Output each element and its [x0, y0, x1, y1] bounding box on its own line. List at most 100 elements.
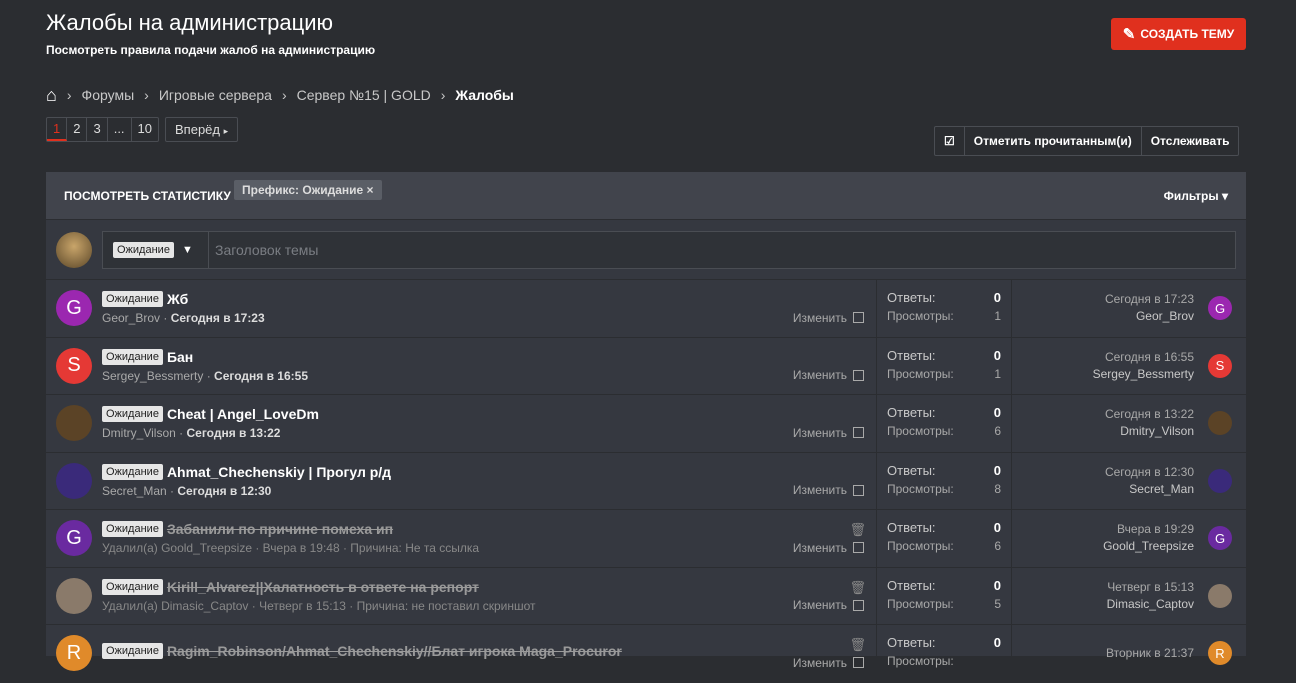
watch-button[interactable]: Отслеживать — [1142, 127, 1239, 155]
thread-author[interactable]: Geor_Brov — [102, 311, 160, 325]
last-post-date[interactable]: Вторник в 21:37 — [1106, 645, 1194, 662]
view-count: 6 — [994, 539, 1001, 553]
edit-button[interactable]: Изменить — [793, 598, 864, 612]
prefix-filter-chip[interactable]: Префикс: Ожидание × — [234, 180, 382, 200]
page-10[interactable]: 10 — [132, 118, 158, 141]
edit-button[interactable]: Изменить — [793, 541, 864, 555]
last-post-date[interactable]: Сегодня в 12:30 — [1105, 464, 1194, 481]
last-post-user[interactable]: Goold_Treepsize — [1103, 538, 1194, 555]
close-icon[interactable]: × — [367, 183, 374, 197]
mark-read-button[interactable]: Отметить прочитанным(и) — [965, 127, 1142, 155]
thread-row[interactable]: R Ожидание Ragim_Robinson/Ahmat_Chechensk… — [46, 625, 1246, 683]
avatar[interactable]: R — [1208, 641, 1232, 666]
prefix-select[interactable]: Ожидание ▼ — [103, 231, 209, 268]
thread-row[interactable]: Ожидание Cheat | Angel_LoveDm Dmitry_Vils… — [46, 395, 1246, 453]
avatar[interactable] — [56, 577, 92, 614]
last-post-date[interactable]: Сегодня в 13:22 — [1105, 406, 1194, 423]
thread-date[interactable]: Сегодня в 17:23 — [171, 311, 265, 325]
select-all-button[interactable]: ☑ — [935, 127, 965, 155]
last-post-date[interactable]: Сегодня в 17:23 — [1105, 291, 1194, 308]
avatar[interactable] — [56, 462, 92, 499]
thread-row[interactable]: G Ожидание Жб Geor_Brov · Сегодня в 17:23… — [46, 280, 1246, 338]
select-checkbox[interactable] — [853, 369, 864, 381]
last-post-user[interactable]: Secret_Man — [1105, 481, 1194, 498]
thread-date[interactable]: Сегодня в 12:30 — [177, 484, 271, 498]
avatar[interactable] — [1208, 411, 1232, 436]
select-checkbox[interactable] — [853, 312, 864, 323]
last-post-date[interactable]: Сегодня в 16:55 — [1093, 349, 1194, 366]
last-post-user[interactable]: Sergey_Bessmerty — [1093, 366, 1194, 383]
prefix-badge[interactable]: Ожидание — [102, 463, 163, 480]
avatar[interactable] — [1208, 468, 1232, 493]
select-checkbox[interactable] — [853, 542, 864, 553]
thread-title-field[interactable]: Ожидание ▼ Заголовок темы — [102, 230, 1236, 269]
breadcrumb-server[interactable]: Сервер №15 | GOLD — [297, 87, 431, 103]
avatar[interactable]: R — [56, 635, 92, 672]
page-ellipsis[interactable]: ... — [108, 118, 132, 141]
select-checkbox[interactable] — [853, 657, 864, 668]
reply-count: 0 — [993, 577, 1001, 593]
prefix-badge[interactable]: Ожидание — [102, 348, 163, 365]
avatar[interactable]: G — [1208, 296, 1232, 321]
stats-link[interactable]: ПОСМОТРЕТЬ СТАТИСТИКУ — [64, 189, 231, 203]
thread-row[interactable]: Ожидание Kirill_Alvarez||Халатность в отв… — [46, 567, 1246, 625]
filters-dropdown[interactable]: Фильтры ▾ — [1164, 189, 1228, 203]
breadcrumb-servers[interactable]: Игровые сервера — [159, 87, 272, 103]
page-2[interactable]: 2 — [67, 118, 88, 141]
last-post-user[interactable]: Geor_Brov — [1105, 308, 1194, 325]
caret-down-icon: ▼ — [181, 243, 193, 256]
create-thread-button[interactable]: ✎ СОЗДАТЬ ТЕМУ — [1111, 18, 1246, 50]
thread-row[interactable]: G Ожидание Забанили по причине помеха ип … — [46, 510, 1246, 568]
thread-meta: Удалил(а) Dimasic_Captov · Четверг в 15:… — [102, 598, 536, 613]
last-post: Вчера в 19:29 Goold_Treepsize G — [1012, 510, 1246, 567]
breadcrumb-forums[interactable]: Форумы — [82, 87, 135, 103]
avatar[interactable]: G — [56, 520, 92, 557]
rules-link[interactable]: Посмотреть правила подачи жалоб на админ… — [46, 43, 375, 57]
avatar[interactable]: S — [1208, 353, 1232, 378]
select-checkbox[interactable] — [853, 427, 864, 438]
next-page-button[interactable]: Вперёд ▸ — [165, 117, 239, 142]
thread-date[interactable]: Сегодня в 13:22 — [186, 426, 280, 440]
reply-count: 0 — [993, 635, 1001, 650]
edit-button[interactable]: Изменить — [793, 483, 864, 497]
avatar[interactable] — [1208, 583, 1232, 608]
thread-title[interactable]: Ragim_Robinson/Ahmat_Chechenskiy//Блат и… — [167, 643, 622, 659]
avatar[interactable] — [56, 405, 92, 442]
prefix-badge[interactable]: Ожидание — [102, 406, 163, 423]
trash-icon: 🗑 — [849, 579, 866, 595]
prefix-badge[interactable]: Ожидание — [102, 521, 163, 538]
thread-row[interactable]: S Ожидание Бан Sergey_Bessmerty · Сегодня… — [46, 337, 1246, 395]
edit-button[interactable]: Изменить — [793, 311, 864, 325]
avatar[interactable]: S — [56, 347, 92, 384]
select-checkbox[interactable] — [853, 599, 864, 611]
thread-author[interactable]: Dmitry_Vilson — [102, 426, 176, 440]
thread-title[interactable]: Cheat | Angel_LoveDm — [167, 406, 319, 422]
thread-title[interactable]: Забанили по причине помеха ип — [167, 521, 393, 537]
thread-author[interactable]: Secret_Man — [102, 484, 167, 498]
last-post-user[interactable]: Dmitry_Vilson — [1105, 423, 1194, 440]
edit-button[interactable]: Изменить — [793, 656, 864, 670]
last-post-date[interactable]: Вчера в 19:29 — [1103, 521, 1194, 538]
page-3[interactable]: 3 — [87, 118, 108, 141]
home-icon[interactable]: ⌂ — [46, 85, 57, 106]
last-post-user[interactable]: Dimasic_Captov — [1107, 596, 1194, 613]
page-1[interactable]: 1 — [47, 118, 68, 141]
avatar[interactable]: G — [56, 290, 92, 327]
thread-author[interactable]: Sergey_Bessmerty — [102, 369, 203, 383]
prefix-badge[interactable]: Ожидание — [102, 643, 163, 660]
thread-title[interactable]: Бан — [167, 349, 193, 365]
prefix-badge[interactable]: Ожидание — [102, 291, 163, 308]
thread-title-input[interactable]: Заголовок темы — [209, 242, 318, 258]
prefix-badge[interactable]: Ожидание — [102, 578, 163, 595]
thread-title[interactable]: Жб — [167, 291, 188, 307]
avatar[interactable]: G — [1208, 526, 1232, 551]
thread-title[interactable]: Kirill_Alvarez||Халатность в ответе на р… — [167, 579, 479, 595]
thread-meta: Dmitry_Vilson · Сегодня в 13:22 — [102, 426, 281, 441]
last-post-date[interactable]: Четверг в 15:13 — [1107, 579, 1194, 596]
thread-date[interactable]: Сегодня в 16:55 — [214, 369, 308, 383]
edit-button[interactable]: Изменить — [793, 426, 864, 440]
edit-button[interactable]: Изменить — [793, 368, 864, 382]
thread-title[interactable]: Ahmat_Chechenskiy | Прогул р/д — [167, 464, 391, 480]
thread-row[interactable]: Ожидание Ahmat_Chechenskiy | Прогул р/д S… — [46, 452, 1246, 510]
select-checkbox[interactable] — [853, 484, 864, 496]
